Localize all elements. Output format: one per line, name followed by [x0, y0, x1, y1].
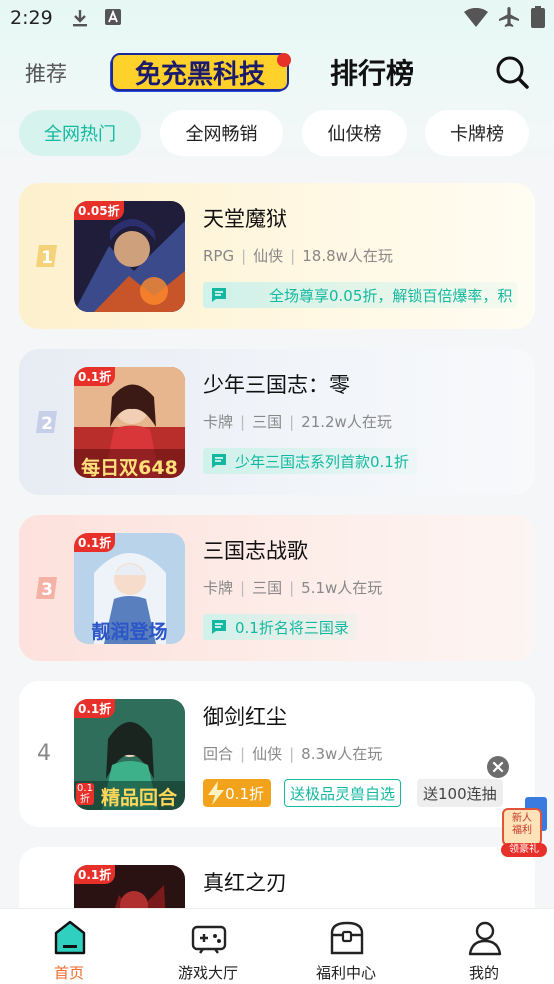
promo-banner: 0.1折名将三国录	[203, 614, 357, 640]
game-card[interactable]: 2 0.1折 每日双648 少年三国志：零 卡牌 | 三国 | 21.2w人在玩 少年三…	[19, 349, 535, 495]
game-icon-image: 0.1折 0.1折 精品回合	[74, 699, 185, 810]
game-title: 天堂魔狱	[203, 207, 287, 231]
nav-game-hall[interactable]: 游戏大厅	[148, 909, 268, 984]
logo-text: 免充黑科技	[135, 59, 265, 90]
game-meta: 回合 | 仙侠 | 8.3w人在玩	[203, 745, 383, 763]
thumb-caption: 靓润登场	[91, 621, 168, 643]
close-float-button[interactable]	[487, 756, 509, 778]
treasure-chest-icon	[330, 921, 364, 955]
game-card[interactable]: 4 0.1折 0.1折 精品回合 御剑红尘 回合 | 仙侠 | 8.3w人在玩 0.1折…	[19, 681, 535, 827]
message-icon	[212, 454, 226, 468]
rank-1-badge-icon: 1	[36, 245, 57, 268]
newbie-gift-float[interactable]: 新人 福利 领豪礼	[497, 795, 551, 859]
svg-text:1: 1	[41, 248, 53, 268]
game-card[interactable]: 3 0.1折 靓润登场 三国志战歌 卡牌 | 三国 | 5.1w人在玩 0.1折名将三国…	[19, 515, 535, 661]
game-icon-image: 0.05折	[74, 201, 185, 312]
wifi-icon	[464, 8, 488, 27]
nav-profile[interactable]: 我的	[424, 909, 544, 984]
top-nav: 推荐 免充黑科技 排行榜	[0, 46, 554, 98]
promo-banner: 少年三国志系列首款0.1折	[203, 448, 417, 474]
discount-corner-badge: 0.1折	[74, 367, 116, 386]
filter-chips: 全网热门 全网畅销 仙侠榜 卡牌榜	[0, 110, 554, 158]
gift-label: 领豪礼	[509, 844, 539, 855]
thumb-caption: 精品回合	[100, 787, 177, 809]
discount-corner-badge: 0.05折	[74, 201, 124, 220]
message-icon	[212, 288, 226, 302]
nav-home[interactable]: 首页	[9, 909, 129, 984]
game-meta: 卡牌 | 三国 | 21.2w人在玩	[203, 413, 392, 431]
game-title: 御剑红尘	[203, 705, 287, 729]
status-time: 2:29	[10, 7, 53, 29]
user-icon	[468, 921, 502, 956]
bottom-nav: 首页 游戏大厅 福利中心 我的	[0, 908, 554, 984]
app-notification-icon	[105, 9, 121, 25]
gamepad-icon	[191, 925, 227, 954]
game-icon-image: 0.1折 每日双648	[74, 367, 185, 478]
chip-card[interactable]: 卡牌榜	[425, 110, 529, 156]
game-title: 少年三国志：零	[203, 373, 350, 397]
promo-banner: 全场尊享0.05折，解锁百倍爆率，积	[203, 282, 517, 308]
app-logo: 免充黑科技	[110, 53, 291, 92]
discount-corner-badge: 0.1折	[74, 699, 116, 718]
discount-tag: 0.1折	[203, 779, 271, 807]
home-icon	[54, 920, 86, 955]
download-icon	[73, 10, 87, 27]
thumb-caption: 每日双648	[81, 457, 178, 478]
nav-welfare-center[interactable]: 福利中心	[286, 909, 406, 984]
draw-tag: 送100连抽	[417, 779, 503, 807]
gift-text-line2: 福利	[512, 825, 532, 836]
battery-icon	[531, 6, 545, 28]
game-meta: RPG | 仙侠 | 18.8w人在玩	[203, 247, 393, 265]
airplane-mode-icon	[499, 7, 519, 27]
rank-number: 4	[37, 741, 51, 766]
game-card[interactable]: 1 0.05折 天堂魔狱 RPG | 仙侠 | 18.8w人在玩 全场尊享0.05折，解…	[19, 183, 535, 329]
game-title: 真红之刃	[203, 871, 287, 895]
status-bar: 2:29	[0, 0, 554, 36]
chip-hot[interactable]: 全网热门	[19, 110, 141, 156]
game-meta: 卡牌 | 三国 | 5.1w人在玩	[203, 579, 383, 597]
rank-2-badge-icon: 2	[36, 411, 57, 434]
gift-text-line1: 新人	[512, 813, 532, 824]
close-icon	[492, 761, 504, 773]
chip-bestselling[interactable]: 全网畅销	[160, 110, 283, 156]
svg-text:2: 2	[41, 414, 53, 434]
game-title: 三国志战歌	[203, 539, 308, 563]
rank-3-badge-icon: 3	[36, 577, 57, 600]
tab-ranking[interactable]: 排行榜	[330, 52, 414, 92]
message-icon	[212, 620, 226, 634]
gift-tag: 送极品灵兽自选	[284, 779, 402, 807]
game-icon-image: 0.1折 靓润登场	[74, 533, 185, 644]
chip-xianxia[interactable]: 仙侠榜	[302, 110, 407, 156]
lightning-icon	[208, 781, 224, 805]
search-icon[interactable]	[494, 54, 530, 90]
thumb-small-badge: 0.1折	[76, 783, 94, 805]
tab-recommend[interactable]: 推荐	[25, 58, 67, 88]
svg-text:3: 3	[41, 580, 53, 600]
discount-corner-badge: 0.1折	[74, 533, 116, 552]
discount-corner-badge: 0.1折	[74, 865, 116, 884]
